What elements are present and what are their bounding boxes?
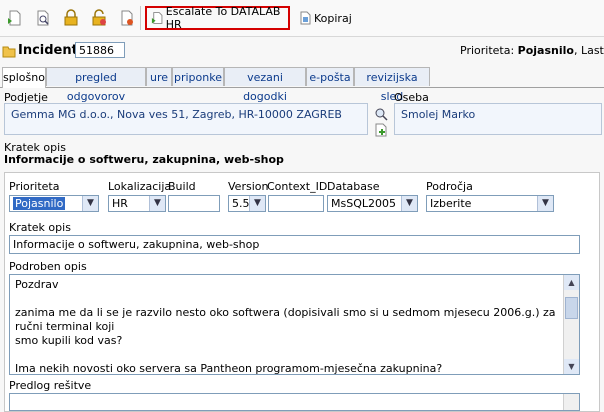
- predlog-textarea[interactable]: [9, 393, 580, 411]
- build-label: Build: [168, 180, 196, 193]
- context-id-label: Context_ID: [267, 180, 328, 193]
- kratek-opis-input[interactable]: Informacije o softweru, zakupnina, web-s…: [9, 235, 580, 254]
- version-value: 5.5: [232, 197, 250, 210]
- incident-header: Incident 51886 Prioriteta: Pojasnilo, La…: [0, 40, 604, 62]
- podroben-opis-label: Podroben opis: [9, 260, 87, 273]
- incident-title: Incident: [18, 43, 78, 58]
- delete-document-icon[interactable]: [118, 9, 136, 27]
- prioriteta-value: Pojasnilo: [13, 197, 66, 210]
- copy-icon: [300, 11, 311, 25]
- incident-number[interactable]: 51886: [75, 42, 125, 58]
- podroben-opis-textarea[interactable]: Pozdrav zanima me da li se je razvilo ne…: [9, 274, 580, 375]
- scroll-thumb[interactable]: [565, 297, 578, 319]
- database-value: MsSQL2005: [331, 197, 396, 210]
- escalate-label: Escalate To DATALAB HR: [165, 5, 281, 31]
- lokalizacija-label: Lokalizacija: [108, 180, 172, 193]
- priority-caption: Prioriteta:: [460, 44, 515, 57]
- chevron-down-icon: ▼: [149, 196, 165, 211]
- chevron-down-icon: ▼: [537, 196, 553, 211]
- edit-form: Prioriteta Lokalizacija Build Version Co…: [4, 172, 600, 412]
- chevron-down-icon: ▼: [249, 196, 265, 211]
- database-select[interactable]: MsSQL2005 ▼: [327, 195, 418, 212]
- tab-splosno[interactable]: splošno: [2, 67, 46, 88]
- podroben-line: smo kupili kod vas?: [15, 334, 123, 347]
- escalate-icon: [151, 12, 163, 24]
- podrocja-label: Področja: [426, 180, 473, 193]
- priority-value: Pojasnilo: [517, 44, 574, 57]
- podroben-line: [15, 292, 574, 306]
- new-document-icon[interactable]: [6, 9, 24, 27]
- tab-e-posta[interactable]: e-pošta: [306, 67, 354, 86]
- chevron-down-icon: ▼: [82, 196, 98, 211]
- folder-icon: [2, 46, 16, 58]
- chevron-down-icon: ▼: [401, 196, 417, 211]
- scroll-up-icon[interactable]: ▲: [564, 275, 579, 290]
- kopiraj-button[interactable]: Kopiraj: [298, 7, 352, 29]
- database-label: Database: [327, 180, 380, 193]
- tab-priponke[interactable]: priponke: [172, 67, 224, 86]
- toolbar-separator: [140, 6, 141, 30]
- context-id-input[interactable]: [268, 195, 324, 212]
- podroben-line: zanima me da li se je razvilo nesto oko …: [15, 306, 556, 333]
- company-field[interactable]: Gemma MG d.o.o., Nova ves 51, Zagreb, HR…: [4, 103, 368, 135]
- podroben-line: [15, 348, 574, 362]
- kopiraj-label: Kopiraj: [314, 11, 352, 25]
- kratek-opis-label: Kratek opis: [9, 221, 71, 234]
- version-select[interactable]: 5.5 ▼: [228, 195, 266, 212]
- predlog-label: Predlog rešitve: [9, 379, 92, 392]
- tab-revizijska-sled[interactable]: revizijska sled: [354, 67, 430, 103]
- incident-priority-info: Prioriteta: Pojasnilo, Lastnik:: [460, 44, 604, 57]
- prioriteta-label: Prioriteta: [9, 180, 60, 193]
- podrocja-select[interactable]: Izberite ▼: [426, 195, 554, 212]
- build-input[interactable]: [168, 195, 220, 212]
- escalate-button[interactable]: Escalate To DATALAB HR: [145, 5, 290, 31]
- owner-caption: , Lastnik:: [573, 44, 604, 57]
- tab-vezani-dogodki[interactable]: vezani dogodki: [224, 67, 306, 103]
- scrollbar[interactable]: [563, 394, 579, 410]
- podroben-line: Ima nekih novosti oko servera sa Pantheo…: [15, 362, 443, 375]
- scrollbar[interactable]: ▲ ▼: [563, 275, 579, 374]
- podroben-line: Pozdrav: [15, 278, 59, 291]
- search-document-icon[interactable]: [34, 9, 52, 27]
- lock-icon[interactable]: [62, 9, 80, 27]
- tab-ure[interactable]: ure: [146, 67, 172, 86]
- person-field[interactable]: Smolej Marko: [394, 103, 602, 135]
- tab-bar: splošno pregled odgovorov ure priponke v…: [0, 67, 604, 103]
- scroll-down-icon[interactable]: ▼: [564, 359, 579, 374]
- lokalizacija-select[interactable]: HR ▼: [108, 195, 166, 212]
- toolbar: Escalate To DATALAB HR Kopiraj: [0, 0, 604, 37]
- podrocja-value: Izberite: [430, 197, 472, 210]
- unlock-icon[interactable]: [90, 9, 108, 27]
- lokalizacija-value: HR: [112, 197, 128, 210]
- add-person-icon[interactable]: [374, 123, 388, 137]
- prioriteta-select[interactable]: Pojasnilo ▼: [9, 195, 99, 212]
- tab-pregled-odgovorov[interactable]: pregled odgovorov: [46, 67, 146, 103]
- search-person-icon[interactable]: [374, 107, 388, 121]
- version-label: Version: [228, 180, 269, 193]
- short-desc-value: Informacije o softweru, zakupnina, web-s…: [4, 153, 284, 166]
